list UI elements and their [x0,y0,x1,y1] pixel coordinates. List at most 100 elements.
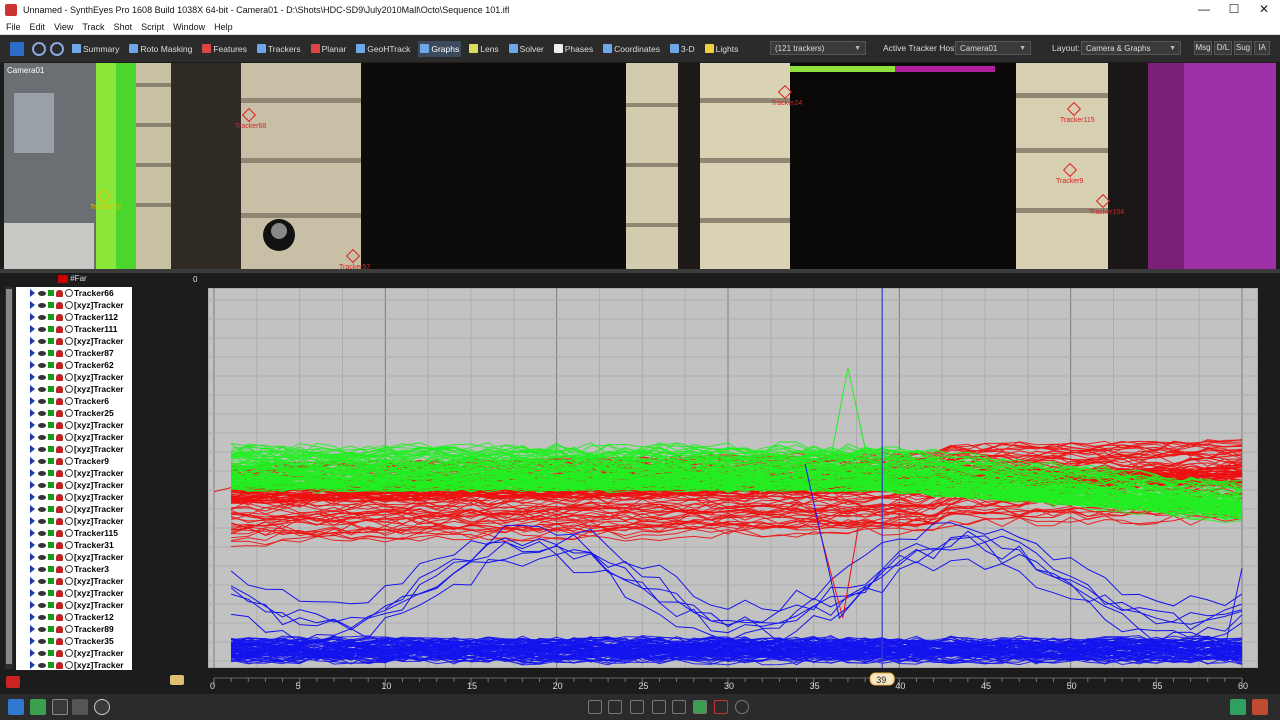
expand-arrow-icon[interactable] [30,349,35,357]
tracker-list-item[interactable]: [xyz]Tracker [16,551,132,563]
expand-arrow-icon[interactable] [30,517,35,525]
delete-key-icon[interactable] [588,700,602,714]
enabled-square-icon[interactable] [48,350,54,356]
visibility-eye-icon[interactable] [38,314,46,320]
visibility-eye-icon[interactable] [38,470,46,476]
lock-icon[interactable] [56,385,63,393]
lock-icon[interactable] [56,661,63,669]
tracker-view-icon[interactable] [8,699,24,715]
move-keys-icon[interactable] [608,700,622,714]
menu-shot[interactable]: Shot [114,22,133,32]
enabled-square-icon[interactable] [48,482,54,488]
room-button-geohtrack[interactable]: GeoHTrack [354,41,412,57]
tracker-list-item[interactable]: Tracker3 [16,563,132,575]
lock-icon[interactable] [56,445,63,453]
tracker-list-item[interactable]: Tracker6 [16,395,132,407]
lock-icon[interactable] [56,361,63,369]
visibility-eye-icon[interactable] [38,422,46,428]
expand-arrow-icon[interactable] [30,505,35,513]
enabled-square-icon[interactable] [48,530,54,536]
tracker-list-item[interactable]: [xyz]Tracker [16,659,132,670]
active-tracker-host-dropdown[interactable]: Camera01 ▼ [955,41,1031,55]
room-button-trackers[interactable]: Trackers [255,41,303,57]
tracker-list-item[interactable]: [xyz]Tracker [16,479,132,491]
tracker-list-item[interactable]: Tracker66 [16,287,132,299]
tracker-list-item[interactable]: [xyz]Tracker [16,335,132,347]
lock-icon[interactable] [56,577,63,585]
smooth-keys-icon[interactable] [652,700,666,714]
lock-icon[interactable] [56,553,63,561]
clock-icon[interactable] [94,699,110,715]
enabled-square-icon[interactable] [48,314,54,320]
enabled-square-icon[interactable] [48,446,54,452]
expand-arrow-icon[interactable] [30,289,35,297]
zoom-icon[interactable] [735,700,749,714]
lock-icon[interactable] [56,469,63,477]
lock-icon[interactable] [56,541,63,549]
enabled-square-icon[interactable] [48,458,54,464]
enabled-square-icon[interactable] [48,590,54,596]
lock-icon[interactable] [56,625,63,633]
room-button-phases[interactable]: Phases [552,41,595,57]
enabled-square-icon[interactable] [48,290,54,296]
panel-layout-icon[interactable] [1230,699,1246,715]
expand-arrow-icon[interactable] [30,469,35,477]
undo-icon[interactable] [32,41,46,56]
room-button-lights[interactable]: Lights [703,41,741,57]
visibility-eye-icon[interactable] [38,458,46,464]
room-button-features[interactable]: Features [200,41,249,57]
visibility-eye-icon[interactable] [38,350,46,356]
menu-view[interactable]: View [54,22,73,32]
dl-button[interactable]: D/L [1214,41,1232,55]
room-button-planar[interactable]: Planar [309,41,349,57]
layout-dropdown[interactable]: Camera & Graphs ▼ [1081,41,1181,55]
visibility-eye-icon[interactable] [38,362,46,368]
tracker-list-item[interactable]: Tracker25 [16,407,132,419]
expand-arrow-icon[interactable] [30,589,35,597]
room-button-graphs[interactable]: Graphs [418,40,462,57]
menu-script[interactable]: Script [141,22,164,32]
enabled-square-icon[interactable] [48,362,54,368]
enabled-square-icon[interactable] [48,374,54,380]
lock-icon[interactable] [56,481,63,489]
msg-button[interactable]: Msg [1194,41,1212,55]
visibility-eye-icon[interactable] [38,638,46,644]
visibility-eye-icon[interactable] [38,482,46,488]
enabled-square-icon[interactable] [48,566,54,572]
tracker-list-item[interactable]: Tracker115 [16,527,132,539]
visibility-eye-icon[interactable] [38,590,46,596]
lock-icon[interactable] [56,349,63,357]
lock-icon[interactable] [56,649,63,657]
tracker-list-item[interactable]: Tracker89 [16,623,132,635]
tracker-list-item[interactable]: [xyz]Tracker [16,299,132,311]
wave-select-icon[interactable] [693,700,707,714]
visibility-eye-icon[interactable] [38,578,46,584]
expand-arrow-icon[interactable] [30,373,35,381]
step-keys-icon[interactable] [672,700,686,714]
expand-arrow-icon[interactable] [30,637,35,645]
lock-icon[interactable] [56,289,63,297]
room-button-lens[interactable]: Lens [467,41,500,57]
error-curve-icon[interactable] [714,700,728,714]
room-button-solver[interactable]: Solver [507,41,546,57]
room-button-summary[interactable]: Summary [70,41,121,57]
menu-track[interactable]: Track [82,22,104,32]
save-icon[interactable] [10,41,24,56]
tracker-list-item[interactable]: Tracker112 [16,311,132,323]
camera-viewport[interactable]: Camera01 Tracker72 Tracker68 Tracker24 Trac… [4,63,1276,269]
enabled-square-icon[interactable] [48,326,54,332]
visibility-eye-icon[interactable] [38,434,46,440]
visibility-eye-icon[interactable] [38,326,46,332]
lock-icon[interactable] [56,409,63,417]
expand-arrow-icon[interactable] [30,337,35,345]
room-button-coordinates[interactable]: Coordinates [601,41,662,57]
visibility-eye-icon[interactable] [38,542,46,548]
enabled-square-icon[interactable] [48,650,54,656]
panel-splitter[interactable] [0,269,1280,273]
expand-arrow-icon[interactable] [30,565,35,573]
key-icon[interactable] [170,675,184,685]
panel-swap-icon[interactable] [1252,699,1268,715]
tracker-list-item[interactable]: Tracker12 [16,611,132,623]
expand-arrow-icon[interactable] [30,421,35,429]
visibility-eye-icon[interactable] [38,614,46,620]
